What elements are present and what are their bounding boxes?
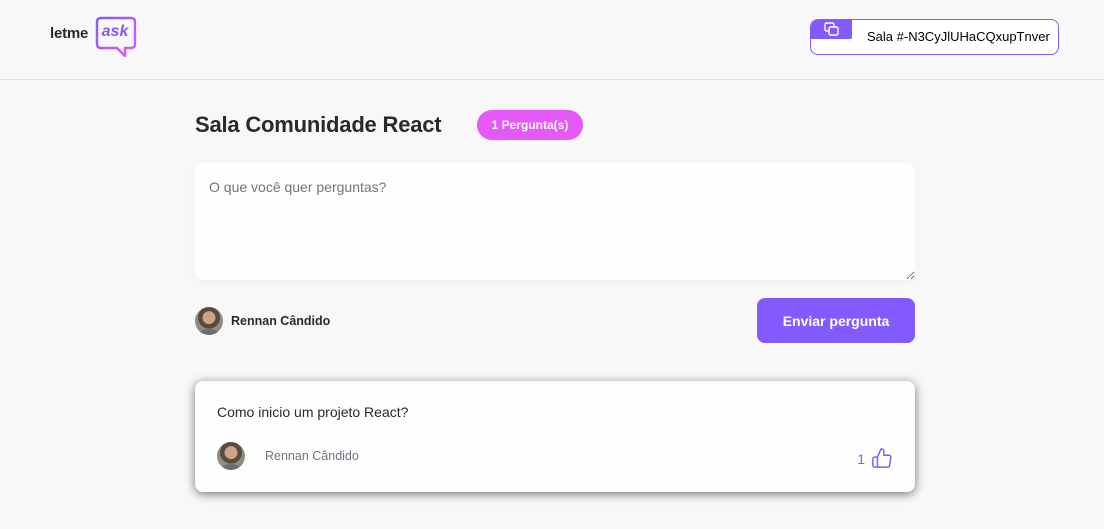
room-title: Sala Comunidade React [195,112,442,137]
current-user: Rennan Cândido [195,307,330,335]
logo-text: letme [50,25,89,42]
question-count-badge: 1 Pergunta(s) [477,110,583,140]
like-button[interactable]: 1 [857,445,893,469]
room-code-button[interactable]: Sala #-N3CyJlUHaCQxupTnver [810,19,1059,55]
question-author: Rennan Cândido [217,442,359,470]
like-count: 1 [857,451,865,467]
logo-accent-text: ask [101,23,129,40]
submit-question-button[interactable]: Enviar pergunta [757,298,915,343]
room-code-label: Sala #-N3CyJlUHaCQxupTnver [867,29,1050,44]
user-name: Rennan Cândido [231,314,331,328]
letmeask-logo[interactable]: letme ask [50,16,140,58]
question-input[interactable] [195,163,915,280]
user-avatar [195,307,223,335]
thumbs-up-icon [872,448,892,468]
question-content: Como inicio um projeto React? [217,404,409,420]
author-name: Rennan Cândido [265,449,359,463]
question-card: Como inicio um projeto React? Rennan Cân… [195,381,915,492]
page-header: letme ask Sala #-N3CyJlUHaCQxupTnver [0,0,1104,80]
author-avatar [217,442,245,470]
copy-icon [811,20,852,39]
